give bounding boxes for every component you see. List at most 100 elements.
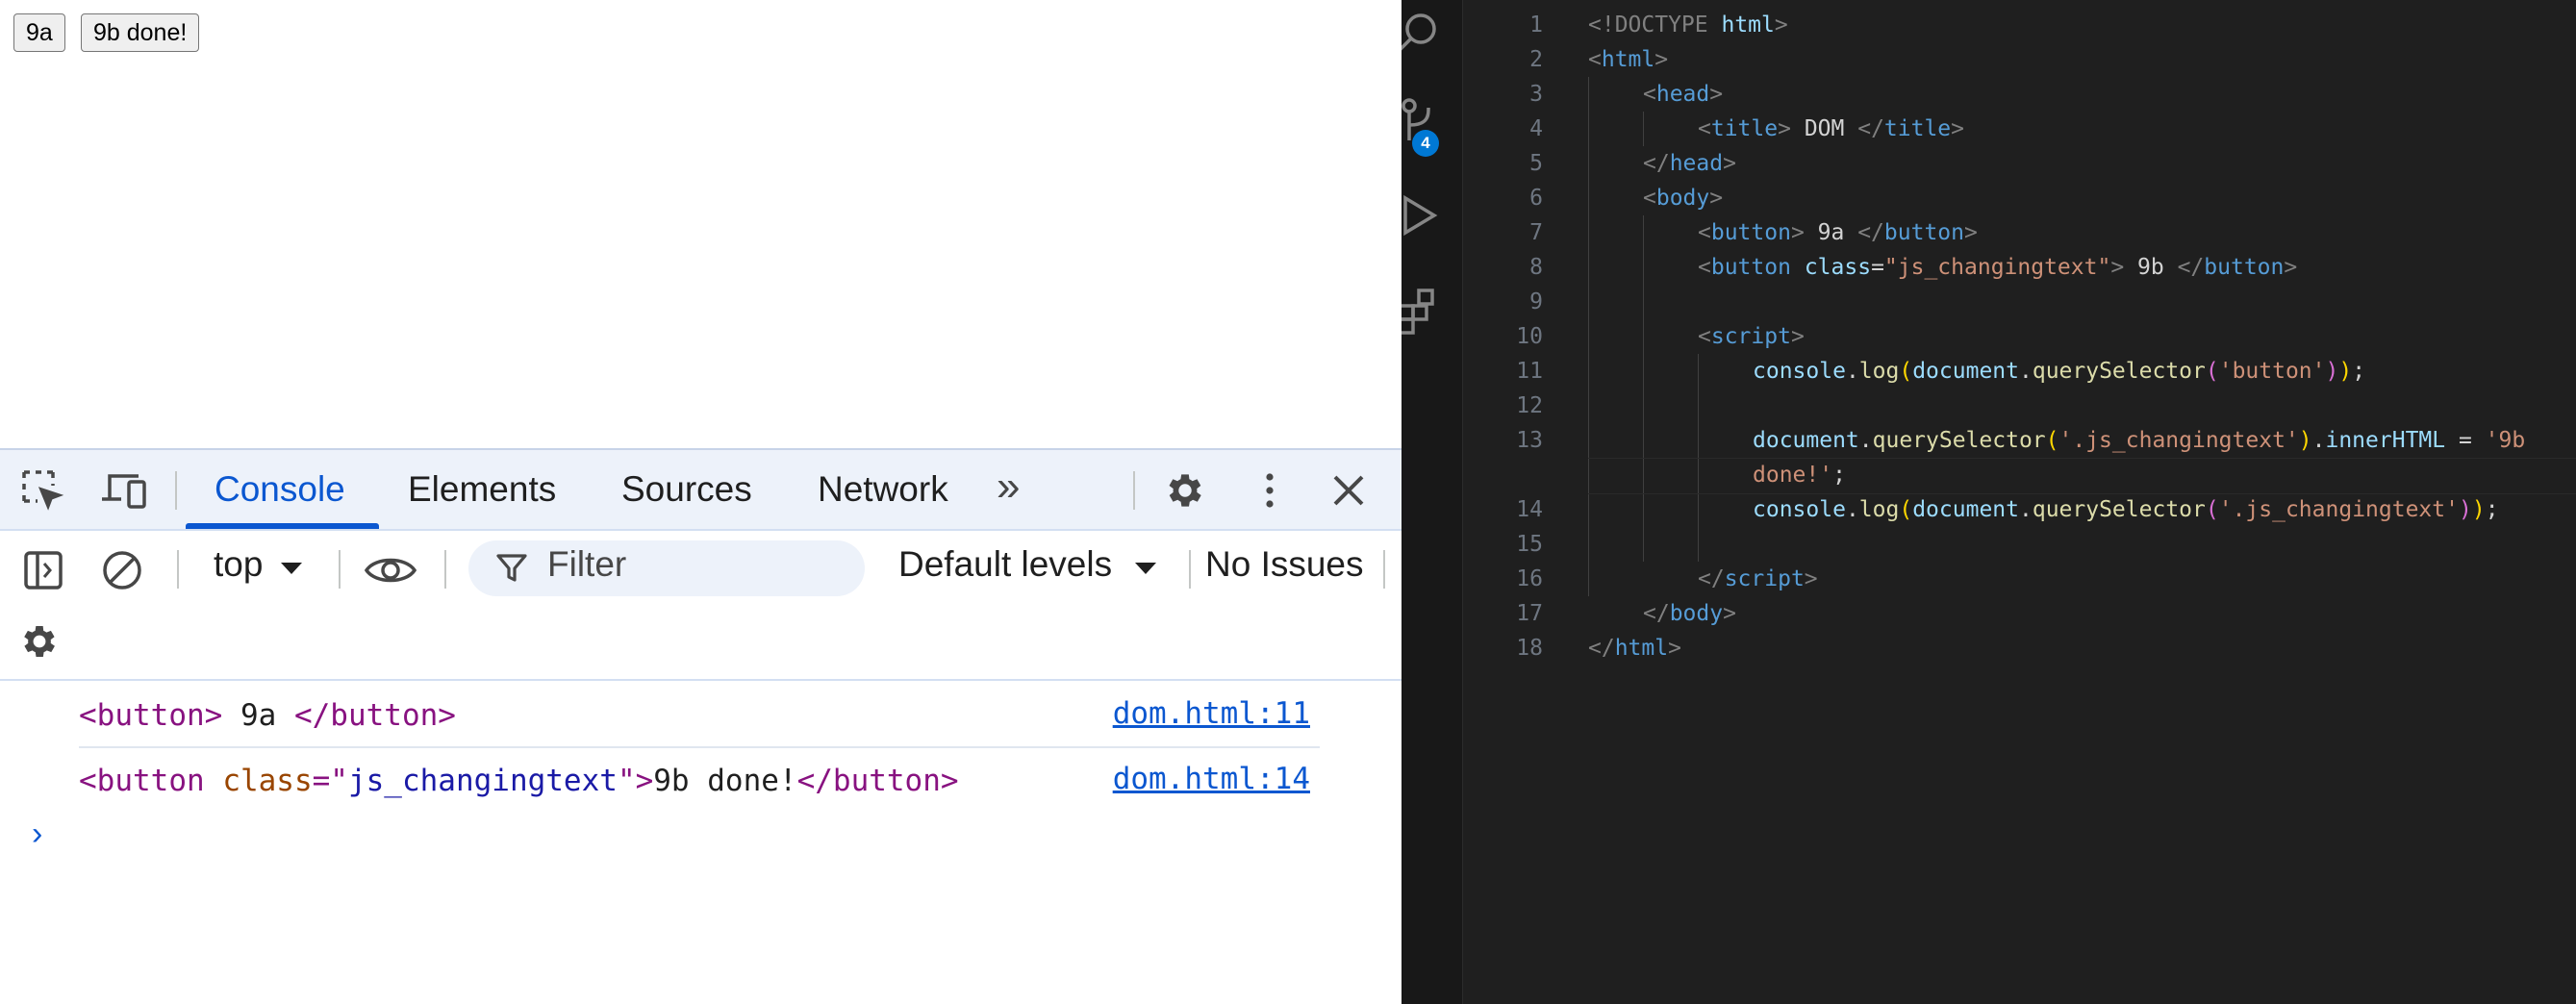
- extensions-icon[interactable]: [1402, 285, 1444, 343]
- page-button-9b[interactable]: 9b done!: [81, 13, 200, 52]
- code-token: ;: [2485, 497, 2499, 522]
- sidebar-toggle-icon[interactable]: [21, 548, 65, 592]
- tab-elements[interactable]: Elements: [408, 450, 556, 529]
- line-number: 4: [1529, 116, 1543, 141]
- code-line[interactable]: 10 <script>: [1462, 319, 2576, 354]
- code-token: '9b: [2485, 428, 2526, 453]
- code-line[interactable]: 16 </script>: [1462, 562, 2576, 596]
- page-viewport: 9a 9b done!: [0, 0, 1402, 448]
- page-button-9a[interactable]: 9a: [13, 13, 65, 52]
- code-token: </: [2177, 255, 2205, 280]
- line-number: 16: [1516, 566, 1543, 591]
- code-token: class: [1804, 255, 1872, 280]
- run-debug-icon[interactable]: [1402, 192, 1444, 245]
- code-token: console: [1753, 497, 1846, 522]
- line-number: 7: [1529, 220, 1543, 245]
- chevron-down-icon[interactable]: [279, 558, 304, 579]
- code-token: console: [1753, 359, 1846, 384]
- code-token: body: [1669, 601, 1724, 626]
- source-control-badge: 4: [1412, 130, 1439, 157]
- device-toolbar-icon[interactable]: [100, 469, 150, 512]
- code-token: >: [1723, 601, 1736, 626]
- code-line[interactable]: 14 console.log(document.querySelector('.j…: [1462, 492, 2576, 527]
- log-levels-dropdown[interactable]: Default levels: [898, 544, 1112, 585]
- code-token: head: [1655, 82, 1710, 107]
- close-devtools-icon[interactable]: [1327, 469, 1370, 512]
- filter-input[interactable]: Filter: [468, 540, 865, 596]
- code-token: ;: [2352, 359, 2366, 384]
- code-line[interactable]: 15: [1462, 527, 2576, 562]
- code-line[interactable]: 13 document.querySelector('.js_changingte…: [1462, 423, 2576, 458]
- search-icon[interactable]: [1402, 10, 1444, 63]
- line-number: 8: [1529, 255, 1543, 280]
- code-token: head: [1669, 151, 1724, 176]
- code-token: script: [1710, 324, 1791, 349]
- code-line[interactable]: 17 </body>: [1462, 596, 2576, 631]
- source-link[interactable]: dom.html:14: [1113, 762, 1310, 796]
- code-token: (: [2205, 359, 2219, 384]
- code-line[interactable]: 3 <head>: [1462, 77, 2576, 112]
- code-line[interactable]: 8 <button class="js_changingtext"> 9b </b…: [1462, 250, 2576, 285]
- code-line[interactable]: 7 <button> 9a </button>: [1462, 215, 2576, 250]
- code-token: title: [1710, 116, 1779, 141]
- console-token: <button: [79, 764, 223, 798]
- tab-sources[interactable]: Sources: [621, 450, 752, 529]
- devtools-panel: Console Elements Sources Network » top F…: [0, 448, 1402, 1004]
- issues-counter[interactable]: No Issues: [1205, 544, 1364, 585]
- console-token: </button>: [796, 764, 959, 798]
- context-selector[interactable]: top: [214, 544, 263, 585]
- more-tabs-icon[interactable]: »: [997, 447, 1020, 526]
- code-text: document.querySelector('.js_changingtext…: [1753, 423, 2525, 458]
- code-token: </: [1643, 601, 1670, 626]
- console-token: =": [312, 764, 348, 798]
- code-line[interactable]: 5 </head>: [1462, 146, 2576, 181]
- code-line[interactable]: 2 <html>: [1462, 42, 2576, 77]
- code-token: <: [1643, 82, 1656, 107]
- tab-console[interactable]: Console: [215, 450, 345, 529]
- code-line[interactable]: 18 </html>: [1462, 631, 2576, 665]
- code-token: querySelector: [1872, 428, 2046, 453]
- line-number: 14: [1516, 497, 1543, 522]
- active-tab-indicator: [186, 523, 379, 529]
- line-number: 10: [1516, 324, 1543, 349]
- code-token: >: [1790, 220, 1805, 245]
- code-text: <body>: [1643, 181, 1723, 215]
- code-line[interactable]: 1 <!DOCTYPE html>: [1462, 8, 2576, 42]
- tab-network[interactable]: Network: [818, 450, 948, 529]
- more-options-icon[interactable]: [1250, 467, 1289, 514]
- code-token: ): [2471, 497, 2486, 522]
- code-token: >: [1723, 151, 1736, 176]
- code-token: </: [1698, 566, 1725, 591]
- settings-gear-icon[interactable]: [1162, 467, 1208, 514]
- code-text: <head>: [1643, 77, 1723, 112]
- code-token: <: [1698, 116, 1711, 141]
- code-token: >: [1778, 116, 1791, 141]
- console-settings-gear-icon[interactable]: [17, 619, 62, 664]
- code-token: =: [2445, 428, 2486, 453]
- console-prompt-icon[interactable]: ›: [32, 816, 42, 853]
- code-token: ): [2338, 359, 2353, 384]
- line-number: 6: [1529, 186, 1543, 211]
- code-token: >: [1709, 186, 1724, 211]
- current-line-highlight: [1588, 458, 2576, 494]
- inspect-element-icon[interactable]: [19, 467, 65, 514]
- code-line[interactable]: 9: [1462, 285, 2576, 319]
- code-line[interactable]: 4 <title> DOM </title>: [1462, 112, 2576, 146]
- clear-console-icon[interactable]: [100, 548, 144, 592]
- divider: [444, 550, 446, 589]
- line-number: 9: [1529, 289, 1543, 314]
- code-line[interactable]: 12: [1462, 389, 2576, 423]
- code-token: button: [2204, 255, 2285, 280]
- console-token: <button>: [79, 698, 223, 733]
- live-expression-eye-icon[interactable]: [364, 548, 417, 592]
- chevron-down-icon[interactable]: [1133, 558, 1158, 579]
- code-token: <: [1643, 186, 1656, 211]
- code-token: ): [2298, 428, 2312, 453]
- code-token: '.js_changingtext': [2218, 497, 2459, 522]
- code-token: <: [1588, 47, 1602, 72]
- divider: [1133, 471, 1135, 510]
- code-line[interactable]: 11 console.log(document.querySelector('bu…: [1462, 354, 2576, 389]
- code-line[interactable]: 6 <body>: [1462, 181, 2576, 215]
- source-link[interactable]: dom.html:11: [1113, 696, 1310, 731]
